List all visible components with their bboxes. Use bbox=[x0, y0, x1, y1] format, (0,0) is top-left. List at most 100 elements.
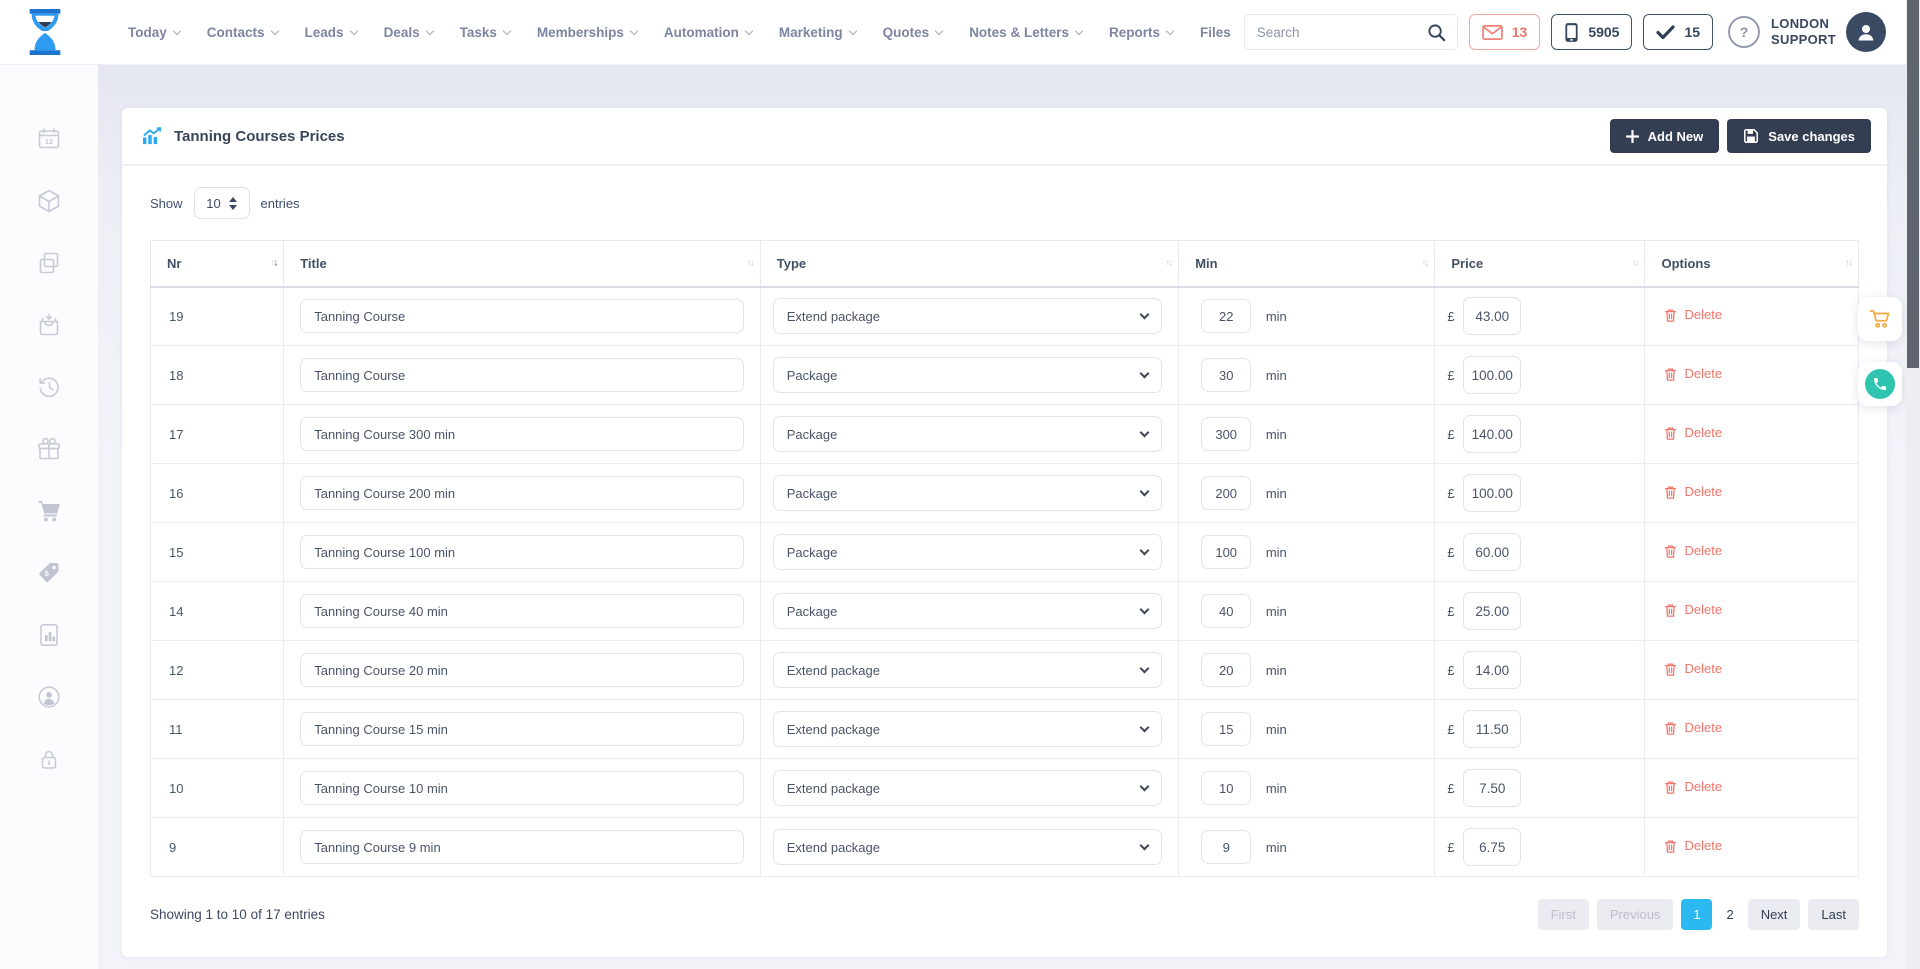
price-input[interactable] bbox=[1463, 297, 1521, 335]
title-input[interactable] bbox=[300, 830, 744, 864]
type-select[interactable]: Package bbox=[773, 357, 1162, 393]
scrollbar-thumb[interactable] bbox=[1907, 0, 1919, 368]
nav-item-tasks[interactable]: Tasks bbox=[460, 25, 510, 40]
avatar[interactable] bbox=[1846, 12, 1886, 52]
price-input[interactable] bbox=[1463, 828, 1521, 866]
pagination-next-button[interactable]: Next bbox=[1748, 899, 1801, 930]
nav-item-files[interactable]: Files bbox=[1200, 25, 1231, 40]
sort-icon[interactable]: ↑↓ bbox=[1845, 258, 1851, 269]
min-input[interactable] bbox=[1201, 535, 1251, 569]
price-input[interactable] bbox=[1463, 356, 1521, 394]
cart-icon[interactable] bbox=[36, 498, 62, 524]
delete-button[interactable]: Delete bbox=[1663, 838, 1722, 854]
price-input[interactable] bbox=[1463, 474, 1521, 512]
price-input[interactable] bbox=[1463, 769, 1521, 807]
report-document-icon[interactable] bbox=[36, 622, 62, 648]
pagination-first-button[interactable]: First bbox=[1538, 899, 1589, 930]
min-input[interactable] bbox=[1201, 771, 1251, 805]
min-input[interactable] bbox=[1201, 712, 1251, 746]
nav-item-quotes[interactable]: Quotes bbox=[883, 25, 943, 40]
nav-item-today[interactable]: Today bbox=[128, 25, 180, 40]
delete-button[interactable]: Delete bbox=[1663, 661, 1722, 677]
sort-icon[interactable]: ↑↓ bbox=[270, 258, 276, 269]
tasks-badge[interactable]: 15 bbox=[1643, 14, 1713, 50]
delete-button[interactable]: Delete bbox=[1663, 720, 1722, 736]
nav-item-deals[interactable]: Deals bbox=[384, 25, 433, 40]
type-select[interactable]: Package bbox=[773, 475, 1162, 511]
messages-badge[interactable]: 13 bbox=[1469, 14, 1541, 50]
title-input[interactable] bbox=[300, 417, 744, 451]
search-icon[interactable] bbox=[1417, 15, 1457, 49]
min-input[interactable] bbox=[1201, 358, 1251, 392]
price-input[interactable] bbox=[1463, 592, 1521, 630]
min-input[interactable] bbox=[1201, 476, 1251, 510]
floating-cart-button[interactable] bbox=[1858, 297, 1902, 341]
pagination-last-button[interactable]: Last bbox=[1808, 899, 1859, 930]
price-input[interactable] bbox=[1463, 533, 1521, 571]
sort-icon[interactable]: ↑↓ bbox=[1631, 258, 1637, 269]
bag-download-icon[interactable] bbox=[36, 312, 62, 338]
lock-icon[interactable] bbox=[36, 746, 62, 772]
nav-item-reports[interactable]: Reports bbox=[1109, 25, 1173, 40]
title-input[interactable] bbox=[300, 358, 744, 392]
help-button[interactable]: ? bbox=[1728, 16, 1760, 48]
min-input[interactable] bbox=[1201, 830, 1251, 864]
min-input[interactable] bbox=[1201, 594, 1251, 628]
app-logo[interactable] bbox=[22, 7, 68, 57]
min-input[interactable] bbox=[1201, 653, 1251, 687]
title-input[interactable] bbox=[300, 535, 744, 569]
calendar-icon[interactable]: 12 bbox=[36, 126, 62, 152]
floating-phone-button[interactable] bbox=[1858, 362, 1902, 406]
column-header-options[interactable]: Options↑↓ bbox=[1645, 241, 1859, 287]
page-size-select[interactable]: 10 bbox=[194, 187, 250, 219]
nav-item-marketing[interactable]: Marketing bbox=[779, 25, 856, 40]
type-select[interactable]: Extend package bbox=[773, 298, 1162, 334]
pagination-page-1-active[interactable]: 1 bbox=[1681, 899, 1712, 930]
nav-item-leads[interactable]: Leads bbox=[305, 25, 357, 40]
type-select[interactable]: Extend package bbox=[773, 652, 1162, 688]
sort-icon[interactable]: ↑↓ bbox=[1421, 258, 1427, 269]
nav-item-memberships[interactable]: Memberships bbox=[537, 25, 637, 40]
price-tag-icon[interactable]: $ bbox=[36, 560, 62, 586]
copy-icon[interactable] bbox=[36, 250, 62, 276]
column-header-nr[interactable]: Nr↑↓ bbox=[151, 241, 284, 287]
nav-item-contacts[interactable]: Contacts bbox=[207, 25, 278, 40]
title-input[interactable] bbox=[300, 299, 744, 333]
column-header-type[interactable]: Type↑↓ bbox=[760, 241, 1178, 287]
price-input[interactable] bbox=[1463, 651, 1521, 689]
delete-button[interactable]: Delete bbox=[1663, 307, 1722, 323]
delete-button[interactable]: Delete bbox=[1663, 425, 1722, 441]
calls-badge[interactable]: 5905 bbox=[1551, 14, 1632, 50]
sort-icon[interactable]: ↑↓ bbox=[747, 258, 753, 269]
search-input[interactable] bbox=[1245, 25, 1417, 40]
delete-button[interactable]: Delete bbox=[1663, 366, 1722, 382]
delete-button[interactable]: Delete bbox=[1663, 484, 1722, 500]
title-input[interactable] bbox=[300, 476, 744, 510]
title-input[interactable] bbox=[300, 653, 744, 687]
pagination-page-2[interactable]: 2 bbox=[1720, 899, 1739, 930]
min-input[interactable] bbox=[1201, 299, 1251, 333]
add-new-button[interactable]: Add New bbox=[1610, 119, 1720, 153]
delete-button[interactable]: Delete bbox=[1663, 779, 1722, 795]
delete-button[interactable]: Delete bbox=[1663, 602, 1722, 618]
price-input[interactable] bbox=[1463, 415, 1521, 453]
column-header-title[interactable]: Title↑↓ bbox=[284, 241, 761, 287]
cube-icon[interactable] bbox=[36, 188, 62, 214]
type-select[interactable]: Package bbox=[773, 593, 1162, 629]
type-select[interactable]: Package bbox=[773, 416, 1162, 452]
type-select[interactable]: Extend package bbox=[773, 770, 1162, 806]
min-input[interactable] bbox=[1201, 417, 1251, 451]
sort-icon[interactable]: ↑↓ bbox=[1165, 258, 1171, 269]
price-input[interactable] bbox=[1463, 710, 1521, 748]
delete-button[interactable]: Delete bbox=[1663, 543, 1722, 559]
type-select[interactable]: Package bbox=[773, 534, 1162, 570]
pagination-previous-button[interactable]: Previous bbox=[1597, 899, 1674, 930]
nav-item-automation[interactable]: Automation bbox=[664, 25, 752, 40]
column-header-price[interactable]: Price↑↓ bbox=[1435, 241, 1645, 287]
type-select[interactable]: Extend package bbox=[773, 829, 1162, 865]
title-input[interactable] bbox=[300, 594, 744, 628]
title-input[interactable] bbox=[300, 771, 744, 805]
column-header-min[interactable]: Min↑↓ bbox=[1179, 241, 1435, 287]
user-menu[interactable]: LONDON SUPPORT bbox=[1771, 12, 1886, 52]
nav-item-notes-letters[interactable]: Notes & Letters bbox=[969, 25, 1082, 40]
